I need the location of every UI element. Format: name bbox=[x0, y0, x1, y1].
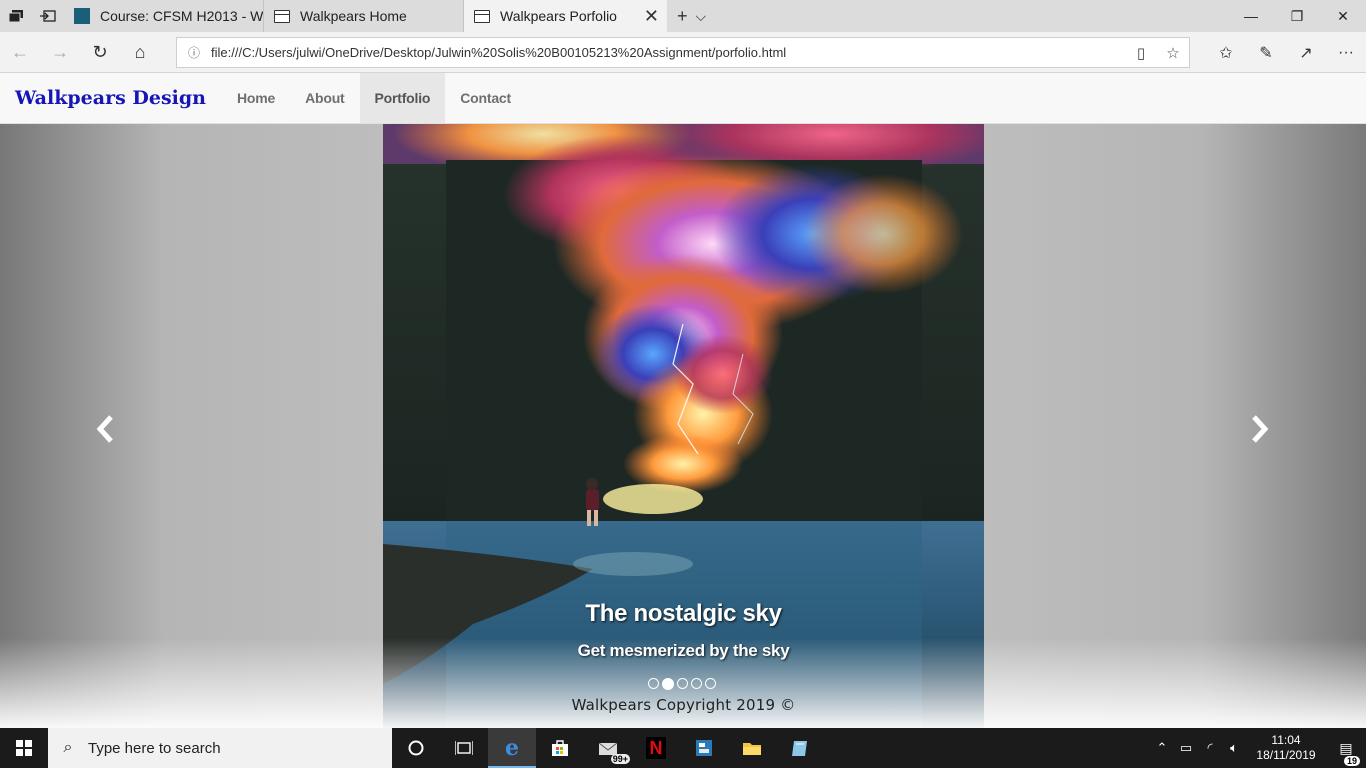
restore-button[interactable]: ❐ bbox=[1274, 0, 1320, 32]
site-brand[interactable]: Walkpears Design bbox=[0, 73, 222, 123]
slide-image-nebula bbox=[383, 124, 984, 728]
nav-portfolio[interactable]: Portfolio bbox=[359, 73, 446, 123]
address-toolbar: ← → ↻ ⌂ ⓘ file:///C:/Users/julwi/OneDriv… bbox=[0, 32, 1366, 73]
browser-tab-bar: Course: CFSM H2013 - Web Walkpears Home … bbox=[0, 0, 1366, 32]
share-icon[interactable]: ↗ bbox=[1286, 43, 1326, 63]
carousel-next-button[interactable] bbox=[1240, 404, 1280, 454]
address-bar[interactable]: ⓘ file:///C:/Users/julwi/OneDrive/Deskto… bbox=[176, 37, 1190, 68]
volume-icon[interactable]: 🔈︎ bbox=[1222, 740, 1246, 756]
app-tile-icon bbox=[696, 740, 712, 756]
tab-manager-icon[interactable] bbox=[0, 0, 32, 32]
carousel-indicator[interactable] bbox=[648, 678, 659, 689]
search-icon: ⌕ bbox=[63, 739, 73, 756]
page-favicon-icon bbox=[274, 9, 290, 23]
tab-label: Walkpears Home bbox=[300, 8, 407, 24]
notification-count: 19 bbox=[1343, 755, 1360, 766]
show-hidden-icons-chevron-icon[interactable]: ⌃ bbox=[1150, 740, 1174, 756]
windows-taskbar: ⌕ Type here to search e 99+ N ⌃ ▭ ◜ 🔈︎ 1… bbox=[0, 728, 1366, 768]
search-placeholder: Type here to search bbox=[88, 739, 221, 757]
close-tab-icon[interactable]: ✕ bbox=[644, 6, 659, 27]
slide-caption-title: The nostalgic sky bbox=[585, 600, 782, 627]
new-tab-button[interactable]: + bbox=[677, 6, 688, 27]
nav-home[interactable]: Home bbox=[222, 73, 290, 123]
battery-icon[interactable]: ▭ bbox=[1174, 740, 1198, 756]
chevron-left-icon bbox=[96, 415, 113, 443]
taskbar-mail-button[interactable]: 99+ bbox=[584, 728, 632, 768]
taskbar-netflix-button[interactable]: N bbox=[632, 728, 680, 768]
folder-icon bbox=[743, 743, 761, 755]
taskbar-app-button[interactable] bbox=[680, 728, 728, 768]
slide-caption-text: Get mesmerized by the sky bbox=[577, 641, 790, 660]
home-button[interactable]: ⌂ bbox=[120, 42, 160, 63]
reading-view-icon[interactable]: ▯ bbox=[1125, 44, 1157, 62]
more-button[interactable]: ··· bbox=[1326, 44, 1366, 62]
clock-time: 11:04 bbox=[1271, 733, 1301, 747]
task-view-icon bbox=[455, 741, 473, 755]
portfolio-carousel: The nostalgic sky Get mesmerized by the … bbox=[0, 124, 1366, 728]
notes-pen-icon[interactable]: ✎ bbox=[1246, 43, 1286, 63]
tab-label: Course: CFSM H2013 - Web bbox=[100, 8, 264, 24]
tab-label: Walkpears Porfolio bbox=[500, 8, 617, 24]
taskbar-clock[interactable]: 11:04 18/11/2019 bbox=[1246, 733, 1326, 763]
mail-badge: 99+ bbox=[610, 754, 630, 764]
favorite-star-icon[interactable]: ☆ bbox=[1157, 44, 1189, 62]
wifi-icon[interactable]: ◜ bbox=[1198, 740, 1222, 756]
cortana-button[interactable] bbox=[392, 728, 440, 768]
taskbar-search-box[interactable]: ⌕ Type here to search bbox=[48, 728, 392, 768]
taskbar-store-button[interactable] bbox=[536, 728, 584, 768]
forward-button[interactable]: → bbox=[40, 42, 80, 63]
clock-date: 18/11/2019 bbox=[1256, 748, 1316, 762]
notes-app-icon bbox=[792, 741, 807, 756]
site-footer-copyright: Walkpears Copyright 2019 © bbox=[571, 696, 796, 714]
back-button[interactable]: ← bbox=[0, 42, 40, 63]
taskbar-file-explorer-button[interactable] bbox=[728, 728, 776, 768]
carousel-indicator[interactable] bbox=[677, 678, 688, 689]
edge-icon: e bbox=[505, 735, 519, 761]
system-tray: ⌃ ▭ ◜ 🔈︎ 11:04 18/11/2019 ▤ 19 bbox=[1150, 728, 1366, 768]
info-icon[interactable]: ⓘ bbox=[177, 44, 211, 61]
chevron-right-icon bbox=[1252, 415, 1269, 443]
action-center-button[interactable]: ▤ 19 bbox=[1326, 739, 1366, 766]
refresh-button[interactable]: ↻ bbox=[80, 42, 120, 63]
netflix-icon: N bbox=[646, 737, 666, 759]
windows-logo-icon bbox=[16, 740, 32, 756]
url-text[interactable]: file:///C:/Users/julwi/OneDrive/Desktop/… bbox=[211, 45, 1125, 60]
taskbar-app2-button[interactable] bbox=[776, 728, 824, 768]
tab-walkpears-home[interactable]: Walkpears Home bbox=[264, 0, 464, 32]
minimize-button[interactable]: — bbox=[1228, 0, 1274, 32]
nav-contact[interactable]: Contact bbox=[445, 73, 526, 123]
notification-icon: ▤ bbox=[1339, 739, 1353, 756]
tab-walkpears-portfolio[interactable]: Walkpears Porfolio ✕ bbox=[464, 0, 667, 32]
cortana-circle-icon bbox=[408, 740, 424, 756]
tab-course[interactable]: Course: CFSM H2013 - Web bbox=[64, 0, 264, 32]
tab-list-chevron-icon[interactable]: ⌵ bbox=[696, 8, 707, 25]
page-favicon-icon bbox=[474, 9, 490, 23]
start-button[interactable] bbox=[0, 728, 48, 768]
carousel-indicators bbox=[648, 677, 716, 690]
close-window-button[interactable]: ✕ bbox=[1320, 0, 1366, 32]
course-favicon-icon bbox=[74, 8, 90, 24]
taskbar-edge-button[interactable]: e bbox=[488, 728, 536, 768]
task-view-button[interactable] bbox=[440, 728, 488, 768]
store-bag-icon bbox=[552, 740, 568, 756]
favorites-icon[interactable]: ✩ bbox=[1206, 43, 1246, 63]
carousel-indicator-active[interactable] bbox=[662, 677, 674, 690]
site-navbar: Walkpears Design Home About Portfolio Co… bbox=[0, 73, 1366, 124]
carousel-indicator[interactable] bbox=[691, 678, 702, 689]
carousel-indicator[interactable] bbox=[705, 678, 716, 689]
nav-about[interactable]: About bbox=[290, 73, 359, 123]
carousel-prev-button[interactable] bbox=[85, 404, 125, 454]
set-tabs-aside-icon[interactable] bbox=[32, 0, 64, 32]
